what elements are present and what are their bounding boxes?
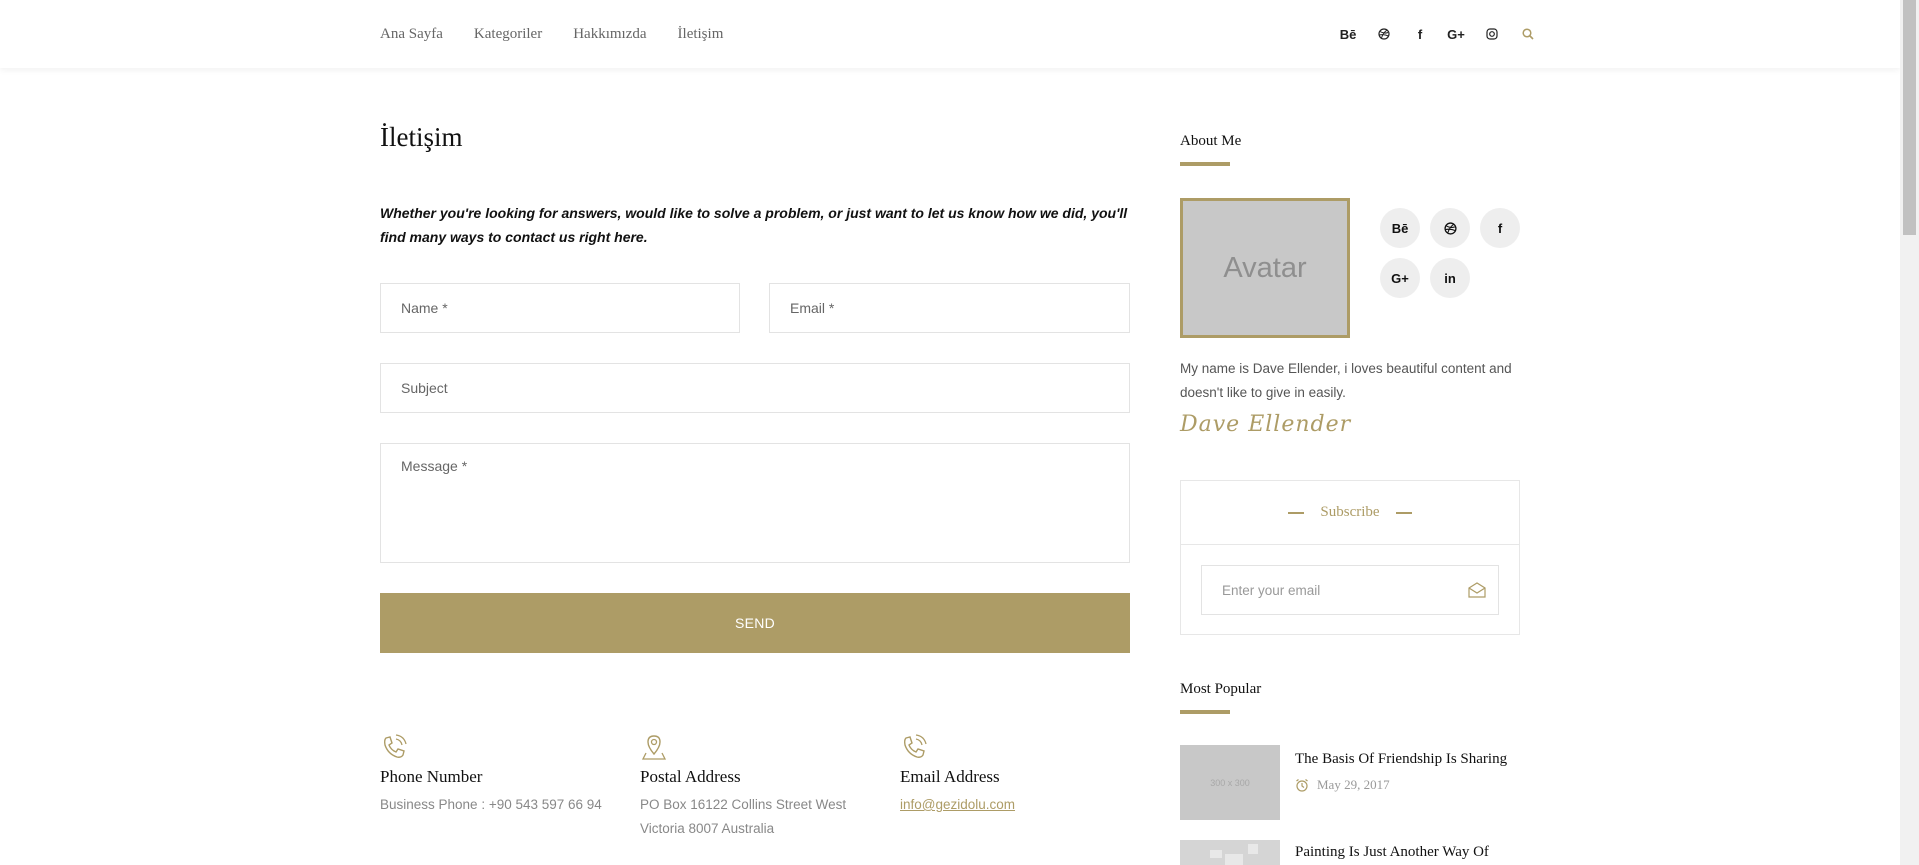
behance-icon[interactable]: Bē <box>1380 208 1420 248</box>
nav-item-about[interactable]: Hakkımızda <box>573 26 646 43</box>
dribbble-icon[interactable] <box>1430 208 1470 248</box>
page-title: İletişim <box>380 122 463 152</box>
contact-postal-title: Postal Address <box>640 767 741 786</box>
subscribe-title: Subscribe <box>1320 504 1380 520</box>
contact-email-link[interactable]: info@gezidolu.com <box>900 797 1015 812</box>
contact-phone-title: Phone Number <box>380 767 483 786</box>
behance-icon[interactable]: Bē <box>1330 19 1366 49</box>
dash-left <box>1288 511 1305 514</box>
top-navbar: Ana Sayfa Kategoriler Hakkımızda İletişi… <box>0 0 1900 68</box>
subscribe-email-input[interactable]: Enter your email <box>1201 565 1499 615</box>
instagram-icon[interactable] <box>1474 19 1510 49</box>
popular-title[interactable]: Painting Is Just Another Way Of <box>1295 842 1525 862</box>
about-title: About Me <box>1180 133 1242 149</box>
subscribe-header: Subscribe <box>1181 481 1519 545</box>
scrollbar-thumb[interactable] <box>1903 0 1916 235</box>
popular-date: May 29, 2017 <box>1295 777 1390 793</box>
linkedin-icon[interactable]: in <box>1430 258 1470 298</box>
phone-icon <box>383 734 407 758</box>
map-pin-icon <box>641 735 667 760</box>
popular-date-text: May 29, 2017 <box>1317 777 1390 792</box>
popular-item[interactable]: 300 x 300 The Basis Of Friendship Is Sha… <box>1180 745 1525 825</box>
message-placeholder: Message * <box>401 458 468 474</box>
google-plus-icon[interactable]: G+ <box>1380 258 1420 298</box>
most-popular-title: Most Popular <box>1180 681 1262 697</box>
popular-item[interactable]: Painting Is Just Another Way Of <box>1180 840 1525 865</box>
subject-field[interactable]: Subject <box>380 363 1130 413</box>
main-nav: Ana Sayfa Kategoriler Hakkımızda İletişi… <box>380 0 723 68</box>
intro-text: Whether you're looking for answers, woul… <box>380 205 1128 245</box>
popular-thumbnail[interactable] <box>1180 840 1280 865</box>
popular-title[interactable]: The Basis Of Friendship Is Sharing <box>1295 749 1525 769</box>
send-button[interactable]: SEND <box>380 593 1130 653</box>
name-field[interactable]: Name * <box>380 283 740 333</box>
nav-item-home[interactable]: Ana Sayfa <box>380 26 443 43</box>
dash-right <box>1395 511 1412 514</box>
facebook-icon[interactable]: f <box>1402 19 1438 49</box>
google-plus-icon[interactable]: G+ <box>1438 19 1474 49</box>
signature: Dave Ellender <box>1180 412 1352 437</box>
email-field[interactable]: Email * <box>769 283 1130 333</box>
contact-email-title: Email Address <box>900 767 1000 786</box>
subject-placeholder: Subject <box>401 380 448 396</box>
clock-icon <box>1296 779 1308 792</box>
popular-thumbnail[interactable]: 300 x 300 <box>1180 745 1280 820</box>
contact-email: Email Address info@gezidolu.com <box>900 733 1140 817</box>
facebook-icon[interactable]: f <box>1480 208 1520 248</box>
page-scrollbar[interactable] <box>1900 0 1919 865</box>
about-text: My name is Dave Ellender, i loves beauti… <box>1180 361 1512 400</box>
name-placeholder: Name * <box>401 300 448 316</box>
mail-icon[interactable] <box>1468 582 1486 598</box>
subscribe-placeholder: Enter your email <box>1222 582 1321 598</box>
search-icon[interactable] <box>1510 19 1546 49</box>
subscribe-widget: Subscribe Enter your email <box>1180 480 1520 635</box>
contact-phone-line: Business Phone : +90 543 597 66 94 <box>380 797 602 812</box>
avatar: Avatar <box>1180 198 1350 338</box>
contact-postal-line-2: Victoria 8007 Australia <box>640 821 775 836</box>
dribbble-icon[interactable] <box>1366 19 1402 49</box>
nav-item-contact[interactable]: İletişim <box>678 26 724 43</box>
contact-postal: Postal Address PO Box 16122 Collins Stre… <box>640 733 880 841</box>
phone-icon <box>903 734 927 758</box>
header-social-links: Bē f G+ <box>1330 0 1546 68</box>
contact-postal-line-1: PO Box 16122 Collins Street West <box>640 797 847 812</box>
about-title-underline <box>1180 162 1230 166</box>
contact-phone: Phone Number Business Phone : +90 543 59… <box>380 733 620 817</box>
email-placeholder: Email * <box>790 300 835 316</box>
most-popular-underline <box>1180 710 1230 714</box>
message-field[interactable]: Message * <box>380 443 1130 563</box>
nav-item-categories[interactable]: Kategoriler <box>474 26 542 43</box>
